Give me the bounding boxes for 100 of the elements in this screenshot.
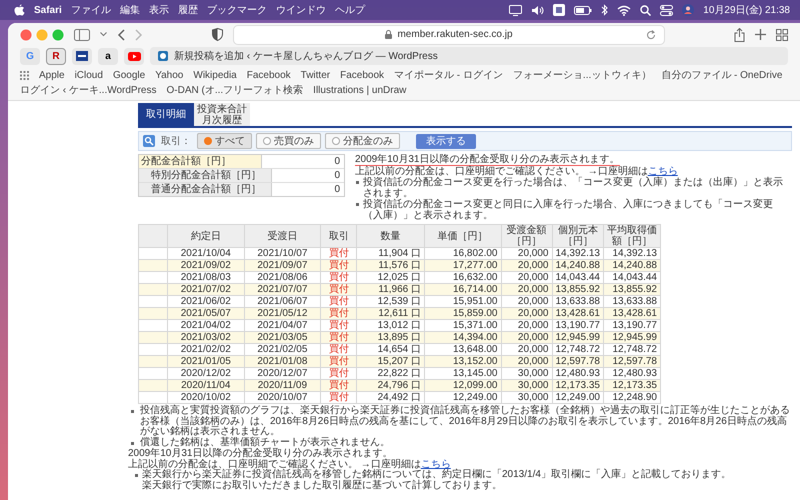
battery-icon[interactable]	[574, 6, 592, 14]
tab-overview-icon[interactable]	[776, 28, 788, 40]
radio-option[interactable]: 売買のみ	[256, 133, 321, 149]
column-header: 取引	[320, 224, 357, 248]
note-text: 楽天銀行で実際にお取引いただきました取引履歴に基づいて計算しております。	[141, 480, 502, 491]
here-link[interactable]: こちら	[420, 458, 451, 470]
settle-date-cell: 2021/01/08	[244, 356, 321, 368]
bookmark-link[interactable]: Yahoo	[155, 70, 184, 80]
summary-label: 分配金合計額［円］	[139, 155, 262, 168]
average-cost-cell: 12,597.78	[604, 356, 660, 368]
amount-cell: 20,000	[501, 284, 552, 296]
filter-label: 取引：	[161, 135, 191, 148]
control-center-icon[interactable]	[660, 4, 674, 16]
menu-item[interactable]: ブックマーク	[206, 3, 267, 17]
favorite-button[interactable]	[72, 48, 92, 64]
menu-item[interactable]: ウインドウ	[276, 3, 326, 17]
grid-icon[interactable]	[20, 70, 29, 80]
here-link[interactable]: こちら	[648, 166, 678, 177]
volume-icon[interactable]	[531, 4, 544, 16]
menu-clock[interactable]: 10月29日(金) 21:38	[703, 3, 790, 17]
display-icon[interactable]	[509, 4, 522, 16]
price-cell: 12,099.00	[424, 380, 501, 392]
chevron-down-icon[interactable]	[100, 32, 107, 37]
trade-date-cell: 2021/01/05	[168, 356, 244, 368]
trade-date-cell: 2021/03/02	[168, 332, 244, 344]
page-tab[interactable]: 投資来合計月次履歴	[194, 103, 250, 126]
favorite-button[interactable]: R	[46, 48, 66, 64]
footnote: 投信残高と実質投資額のグラフは、楽天銀行から楽天証券に投資信託残高を移管したお客様（全銘柄）や過去の取引に訂正等が生じたことがあるお客様（当該銘柄のみ）は、2016年8月26日時点の残高を基にして、2016年8月29日以降のお取引を表示しています。2016年8月26日時点の残高がない銘柄は表示されません。	[128, 406, 792, 438]
shield-icon[interactable]	[212, 28, 223, 41]
column-header: 約定日	[168, 224, 244, 248]
menu-item[interactable]: 履歴	[178, 3, 198, 17]
summary-value: 0	[333, 183, 341, 196]
bluetooth-icon[interactable]	[601, 4, 608, 16]
show-button[interactable]: 表示する	[416, 134, 476, 148]
input-method-icon[interactable]	[553, 4, 566, 16]
reload-icon[interactable]	[646, 30, 656, 40]
apple-logo-icon[interactable]	[14, 4, 25, 16]
radio-option[interactable]: すべて	[197, 133, 252, 149]
sidebar-icon[interactable]	[74, 28, 90, 40]
average-cost-cell: 14,240.88	[604, 260, 660, 272]
settle-date-cell: 2021/07/07	[244, 284, 321, 296]
bookmark-link[interactable]: Facebook	[340, 70, 384, 80]
quantity-cell: 11,576 口	[356, 260, 424, 272]
bookmark-link[interactable]: Facebook	[246, 70, 291, 80]
page-icon	[158, 51, 168, 61]
browser-tab[interactable]: 新規投稿を追加 ‹ ケーキ屋しんちゃんブログ — WordPress	[150, 47, 788, 65]
bookmark-link[interactable]: Google	[112, 70, 146, 80]
back-icon[interactable]	[117, 28, 125, 40]
wifi-icon[interactable]	[617, 4, 632, 16]
settle-date-cell: 2020/11/09	[244, 380, 321, 392]
radio-option[interactable]: 分配金のみ	[325, 133, 400, 149]
bookmark-link[interactable]: マイポータル - ログイン	[394, 68, 503, 82]
summary-value: 0	[333, 169, 341, 182]
play-icon	[128, 52, 140, 60]
menu-app-name[interactable]: Safari	[34, 4, 62, 16]
column-header: 単価［円］	[424, 224, 501, 248]
bookmark-link[interactable]: iCloud	[74, 70, 103, 80]
menu-item[interactable]: ヘルプ	[334, 3, 365, 17]
summary-label: 普通分配金合計額［円］	[139, 183, 272, 196]
quantity-cell: 24,796 口	[356, 380, 424, 392]
notice-headline: 2009年10月31日以降の分配金受取り分のみ表示されます。	[355, 154, 620, 166]
bookmark-link[interactable]: ログイン ‹ ケーキ...WordPress	[20, 83, 156, 97]
amount-cell: 20,000	[501, 332, 552, 344]
page-tab[interactable]: 取引明細	[138, 103, 194, 126]
menu-item[interactable]: 表示	[148, 3, 169, 17]
quantity-cell: 15,207 口	[356, 356, 424, 368]
user-icon[interactable]	[682, 4, 694, 16]
notice-text: 上記以前の分配金は、口座明細でご確認ください。 →口座明細はこちら	[128, 460, 451, 470]
notice-headline: 2009年10月31日以降の分配金受取り分のみ表示されます。	[128, 449, 394, 459]
search-icon[interactable]	[640, 4, 652, 16]
price-cell: 12,249.00	[424, 392, 501, 404]
bookmark-link[interactable]: Twitter	[300, 70, 330, 80]
menu-item[interactable]: ファイル	[70, 3, 111, 17]
amount-cell: 20,000	[501, 308, 552, 320]
lock-icon	[385, 30, 392, 39]
notice-bullet: 投資信託の分配金コース変更と同日に入庫を行った場合、入庫につきましても「コース変更（入庫）」と表示されます。	[355, 199, 792, 221]
new-tab-icon[interactable]	[755, 29, 766, 40]
summary-label: 特別分配金合計額［円］	[139, 169, 272, 182]
bookmark-link[interactable]: Apple	[39, 70, 65, 80]
trade-date-cell: 2021/05/07	[168, 308, 244, 320]
bookmark-link[interactable]: O-DAN (オ...フリーフォト検索	[166, 83, 304, 97]
price-cell: 13,152.00	[424, 356, 501, 368]
favorite-button[interactable]: a	[98, 48, 118, 64]
bookmark-link[interactable]: Wikipedia	[193, 70, 237, 80]
menu-item[interactable]: 編集	[120, 3, 140, 17]
bookmark-link[interactable]: フォーメーショ...ットウィキ）	[512, 68, 652, 82]
address-bar[interactable]: member.rakuten-sec.co.jp	[233, 24, 665, 44]
trade-date-cell: 2020/11/04	[168, 380, 244, 392]
price-cell: 15,859.00	[424, 308, 501, 320]
column-header: 数量	[356, 224, 424, 248]
settle-date-cell: 2020/10/07	[244, 392, 321, 404]
window-controls-icon[interactable]	[20, 28, 64, 40]
bookmark-link[interactable]: Illustrations | unDraw	[313, 84, 406, 96]
amount-cell: 30,000	[501, 380, 552, 392]
summary-value: 0	[333, 155, 341, 168]
bookmark-link[interactable]: 自分のファイル - OneDrive	[661, 68, 782, 82]
notice-bullet: 投資信託の分配金コース変更を行った場合は、「コース変更（入庫）または（出庫）」と表示されます。	[355, 177, 792, 199]
trade-date-cell: 2021/09/02	[168, 260, 244, 272]
amount-cell: 20,000	[501, 356, 552, 368]
share-icon[interactable]	[734, 28, 745, 42]
